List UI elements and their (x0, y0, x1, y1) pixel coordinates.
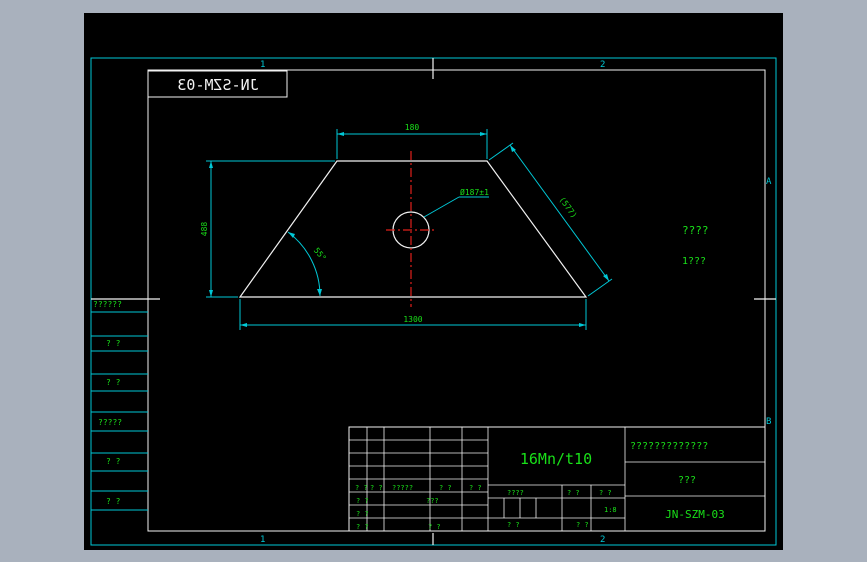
zone-col-2-top: 2 (600, 60, 605, 70)
zone-row-b: B (766, 417, 771, 427)
weight-label: ? ? (507, 521, 520, 529)
drawing-canvas: 1 2 1 2 A B JN-SZM-03 ?????? ? ? ? ? ???… (90, 57, 777, 546)
side-label-2: ? ? (106, 378, 121, 387)
left-row-0-a: ? ? (356, 497, 369, 505)
side-label-1: ? ? (106, 339, 121, 348)
side-label-column: ?????? ? ? ? ? ????? ? ? ? ? (91, 298, 148, 511)
mirrored-title: JN-SZM-03 (177, 76, 258, 94)
svg-text:(577): (577) (557, 195, 578, 220)
side-label-0: ?????? (93, 300, 122, 309)
svg-text:55°: 55° (312, 246, 328, 263)
material: 16Mn/t10 (520, 450, 592, 468)
zone-col-2-bottom: 2 (600, 535, 605, 545)
sign-cell-4: ? ? (469, 484, 482, 492)
svg-text:180: 180 (405, 123, 420, 132)
svg-text:Ø187±1: Ø187±1 (460, 187, 489, 197)
weight-head-label: ? ? (567, 489, 580, 497)
sign-cell-3: ? ? (439, 484, 452, 492)
left-row-0-b: ??? (426, 497, 439, 505)
note-1: ???? (682, 224, 709, 237)
dim-slant: (577) (488, 142, 613, 297)
cad-viewport[interactable]: 1 2 1 2 A B JN-SZM-03 ?????? ? ? ? ? ???… (84, 13, 783, 550)
note-2: 1??? (682, 256, 706, 267)
svg-text:488: 488 (200, 222, 209, 237)
zone-row-a: A (766, 177, 772, 187)
dim-top-width: 180 (336, 123, 488, 159)
left-row-2-b: ? ? (428, 523, 441, 531)
scale-head-label: ? ? (599, 489, 612, 497)
sign-cell-1: ? ? (370, 484, 383, 492)
zone-col-1-bottom: 1 (260, 535, 265, 545)
drawing-subtitle: ??? (678, 475, 696, 486)
zone-col-1-top: 1 (260, 60, 265, 70)
trapezoid-plate (238, 160, 588, 298)
outer-frame (90, 57, 777, 546)
left-row-1-a: ? ? (356, 510, 369, 518)
svg-text:1300: 1300 (403, 315, 422, 324)
dim-angle: 55° (287, 231, 328, 297)
scale-label: ? ? (576, 521, 589, 529)
side-label-5: ? ? (106, 497, 121, 506)
side-label-4: ? ? (106, 457, 121, 466)
side-label-3: ????? (98, 418, 122, 427)
sign-cell-0: ? ? (355, 484, 368, 492)
title-block: ? ? ? ? ????? ? ? ? ? ? ? ??? ? ? ? ? ? … (348, 426, 766, 532)
dim-height: 488 (200, 160, 335, 298)
dim-bottom-width: 1300 (239, 299, 587, 330)
drawing-number: JN-SZM-03 (665, 508, 725, 521)
drawing-title: ????????????? (630, 441, 708, 452)
sign-cell-2: ????? (392, 484, 413, 492)
stage-label: ???? (507, 489, 524, 497)
left-row-2-a: ? ? (356, 523, 369, 531)
dim-hole-leader: Ø187±1 (423, 187, 489, 218)
scale-value: 1:8 (604, 506, 617, 514)
